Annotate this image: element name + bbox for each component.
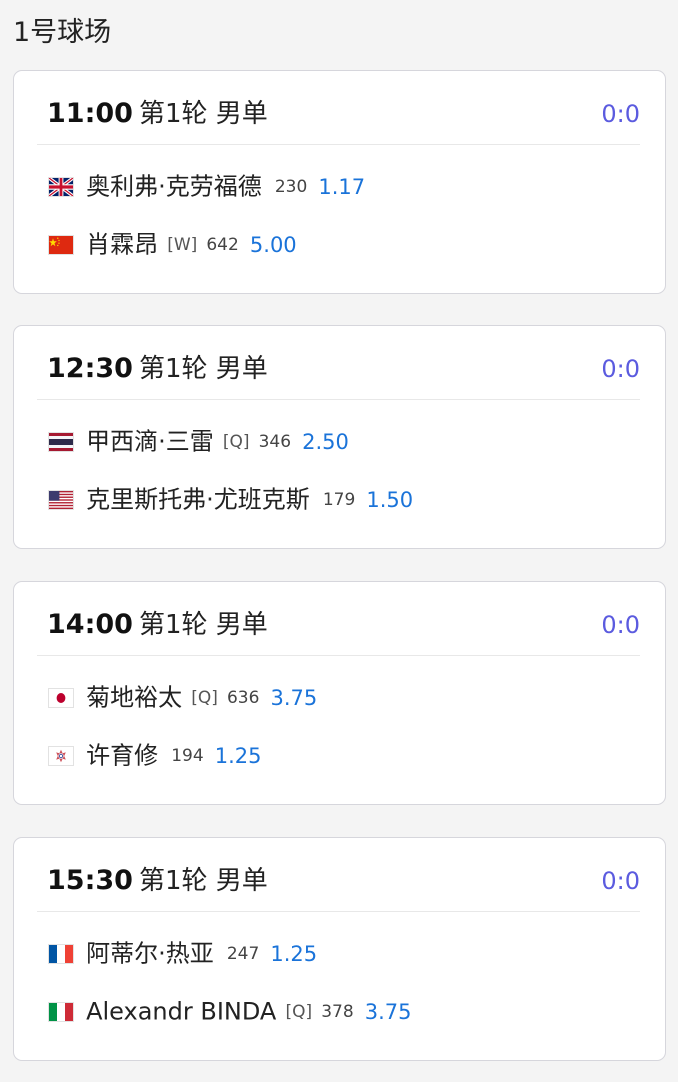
player-row[interactable]: 许育修 194 1.25 — [48, 735, 262, 775]
player-odds[interactable]: 3.75 — [365, 1000, 412, 1024]
chinese-taipei-flag-icon — [48, 745, 74, 766]
match-round: 第1轮 男单 — [139, 354, 268, 384]
player-odds[interactable]: 1.50 — [366, 488, 413, 512]
match-score: 0:0 — [601, 611, 640, 639]
player-name: 许育修 — [86, 741, 159, 770]
player-rank: 194 — [171, 745, 204, 766]
match-round: 第1轮 男单 — [139, 610, 268, 640]
match-score: 0:0 — [601, 867, 640, 895]
player-odds[interactable]: 2.50 — [302, 430, 349, 454]
match-time: 15:30 — [47, 865, 133, 896]
player-name: 甲西滴·三雷 — [86, 427, 214, 456]
player-name: 克里斯托弗·尤班克斯 — [86, 485, 310, 514]
uk-flag-icon — [48, 176, 74, 197]
player-name: 肖霖昂 — [86, 230, 159, 259]
player-row[interactable]: 克里斯托弗·尤班克斯 179 1.50 — [48, 479, 413, 519]
match-card[interactable]: 14:00 第1轮 男单 0:0 菊地裕太 [Q] 636 3.75 许育修 1 — [13, 581, 666, 805]
player-tag: [Q] — [191, 687, 218, 708]
player-row[interactable]: 奥利弗·克劳福德 230 1.17 — [48, 166, 365, 206]
japan-flag-icon — [48, 687, 74, 708]
player-odds[interactable]: 3.75 — [270, 686, 317, 710]
match-card[interactable]: 12:30 第1轮 男单 0:0 甲西滴·三雷 [Q] 346 2.50 克里斯… — [13, 325, 666, 549]
player-tag: [Q] — [222, 431, 250, 452]
player-rank: 230 — [274, 176, 308, 197]
match-header: 11:00 第1轮 男单 0:0 — [37, 89, 640, 145]
court-title: 1号球场 — [13, 17, 112, 48]
match-score: 0:0 — [601, 100, 640, 128]
italy-flag-icon — [48, 1001, 74, 1022]
player-row[interactable]: 菊地裕太 [Q] 636 3.75 — [48, 677, 317, 717]
player-row[interactable]: 肖霖昂 [W] 642 5.00 — [48, 224, 297, 264]
player-tag: [W] — [167, 234, 198, 255]
match-header: 12:30 第1轮 男单 0:0 — [37, 344, 640, 400]
player-name: Alexandr BINDA — [86, 997, 277, 1026]
match-score: 0:0 — [601, 355, 640, 383]
player-rank: 247 — [226, 943, 260, 964]
match-time: 12:30 — [47, 353, 133, 384]
usa-flag-icon — [48, 489, 74, 510]
player-odds[interactable]: 1.17 — [318, 175, 365, 199]
france-flag-icon — [48, 943, 74, 964]
match-time: 11:00 — [47, 98, 133, 129]
player-odds[interactable]: 1.25 — [270, 942, 317, 966]
player-rank: 346 — [258, 431, 292, 452]
player-name: 菊地裕太 — [86, 683, 183, 712]
player-rank: 642 — [206, 234, 239, 255]
player-name: 奥利弗·克劳福德 — [86, 172, 262, 201]
match-time: 14:00 — [47, 609, 133, 640]
player-rank: 636 — [226, 687, 260, 708]
player-name: 阿蒂尔·热亚 — [86, 939, 214, 968]
player-row[interactable]: 阿蒂尔·热亚 247 1.25 — [48, 933, 317, 973]
match-card[interactable]: 11:00 第1轮 男单 0:0 奥利弗·克劳福德 230 1.17 肖霖昂 [… — [13, 70, 666, 294]
match-card[interactable]: 15:30 第1轮 男单 0:0 阿蒂尔·热亚 247 1.25 Alexand… — [13, 837, 666, 1061]
player-row[interactable]: Alexandr BINDA [Q] 378 3.75 — [48, 991, 412, 1031]
match-round: 第1轮 男单 — [139, 99, 268, 129]
player-rank: 378 — [321, 1001, 354, 1022]
match-header: 15:30 第1轮 男单 0:0 — [37, 856, 640, 912]
player-row[interactable]: 甲西滴·三雷 [Q] 346 2.50 — [48, 421, 349, 461]
match-round: 第1轮 男单 — [139, 866, 268, 896]
player-rank: 179 — [322, 489, 356, 510]
player-odds[interactable]: 5.00 — [250, 233, 297, 257]
match-header: 14:00 第1轮 男单 0:0 — [37, 600, 640, 656]
china-flag-icon — [48, 234, 74, 255]
player-tag: [Q] — [285, 1001, 313, 1022]
thailand-flag-icon — [48, 431, 74, 452]
player-odds[interactable]: 1.25 — [215, 744, 262, 768]
